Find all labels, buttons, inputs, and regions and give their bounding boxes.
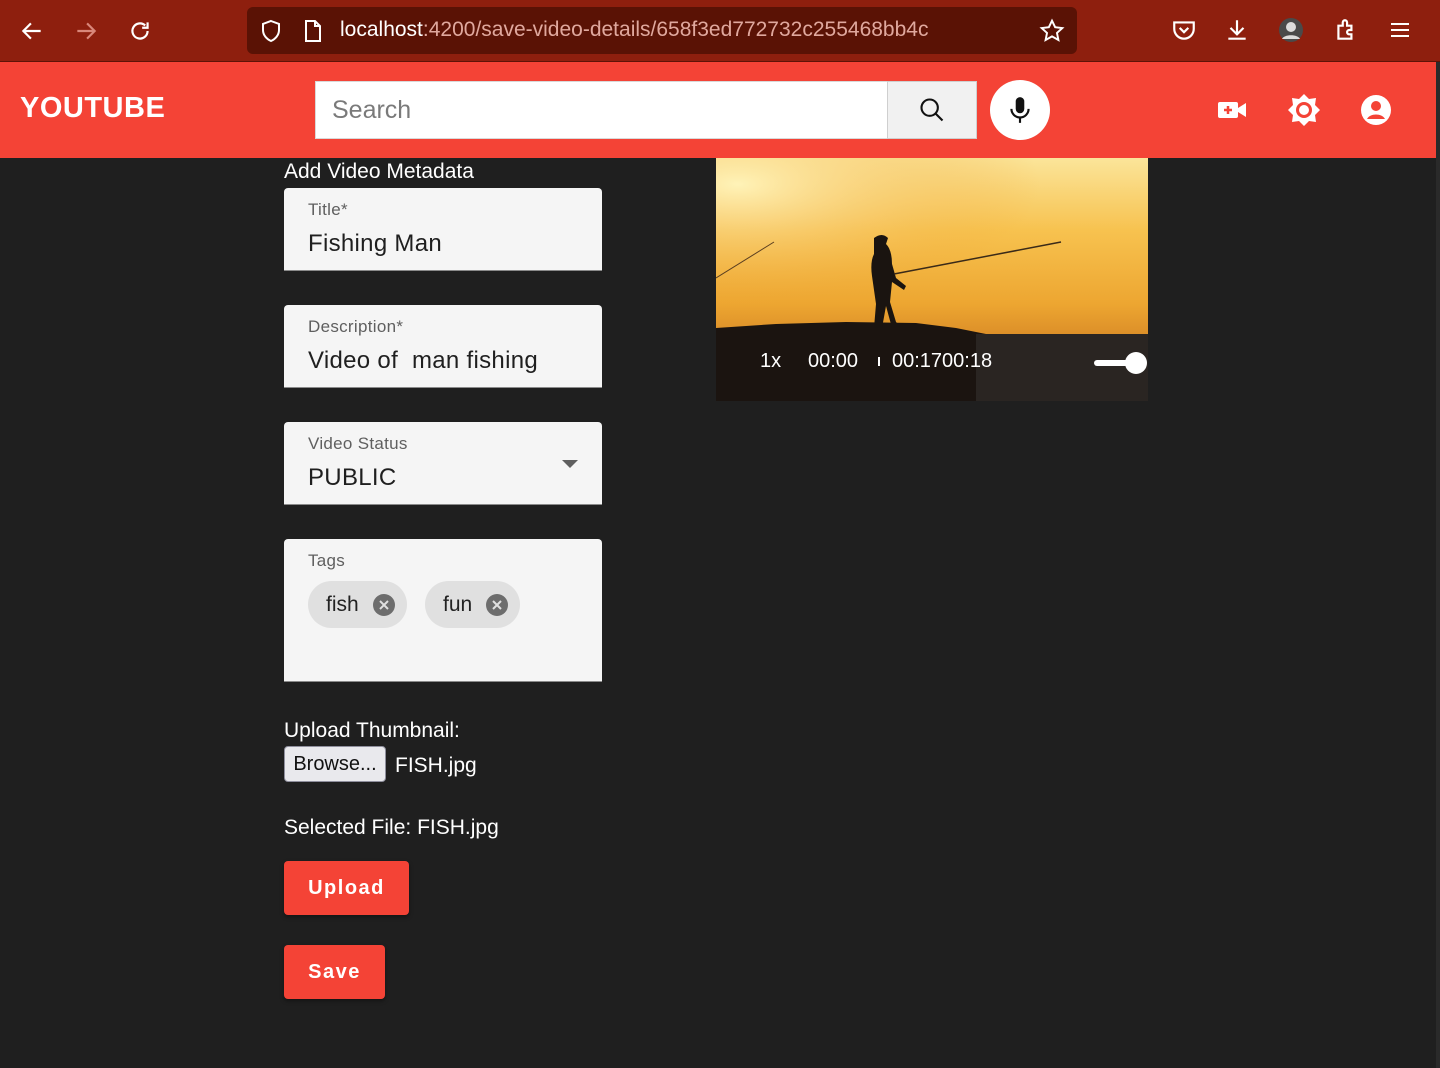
search-box	[315, 81, 888, 139]
reload-icon[interactable]	[124, 15, 156, 47]
description-label: Description*	[308, 317, 404, 336]
upload-video-button[interactable]	[1214, 92, 1250, 128]
save-button[interactable]: Save	[284, 945, 385, 999]
duration-time: 00:1700:18	[892, 350, 993, 372]
menu-hamburger-icon[interactable]	[1385, 15, 1415, 45]
title-input[interactable]: Fishing Man	[308, 230, 442, 258]
brightness-icon	[1288, 94, 1320, 126]
browser-toolbar: localhost:4200/save-video-details/658f3e…	[0, 0, 1440, 62]
bookmark-star-icon[interactable]	[1039, 18, 1065, 49]
download-icon[interactable]	[1222, 15, 1252, 45]
upload-button[interactable]: Upload	[284, 861, 409, 915]
tag-chip-label: fun	[443, 592, 473, 616]
video-call-icon	[1218, 102, 1246, 118]
chosen-file-name: FISH.jpg	[395, 754, 477, 777]
video-status-select[interactable]: Video Status PUBLIC	[284, 422, 602, 505]
address-bar[interactable]: localhost:4200/save-video-details/658f3e…	[247, 7, 1077, 54]
current-time: 00:00	[808, 350, 859, 372]
page-icon[interactable]	[302, 19, 324, 48]
title-label: Title*	[308, 200, 348, 219]
volume-slider-thumb[interactable]	[1125, 352, 1147, 374]
form-heading: Add Video Metadata	[284, 160, 474, 183]
brand-logo-text[interactable]: YOUTUBE	[20, 92, 165, 125]
dropdown-arrow-icon[interactable]	[562, 460, 578, 468]
pocket-icon[interactable]	[1169, 15, 1199, 45]
title-field[interactable]: Title* Fishing Man	[284, 188, 602, 271]
search-input[interactable]	[316, 82, 887, 138]
video-player[interactable]: 1x 00:00 00:1700:18	[716, 158, 1148, 401]
description-field[interactable]: Description* Video of man fishing	[284, 305, 602, 388]
tags-field[interactable]: Tags fish fun	[284, 539, 602, 682]
browse-file-button[interactable]: Browse...	[284, 746, 386, 782]
account-circle-icon	[1361, 95, 1391, 125]
microphone-icon	[1010, 97, 1030, 123]
app-header: YOUTUBE	[0, 62, 1436, 158]
scrollbar[interactable]	[1436, 62, 1440, 1068]
playback-speed-button[interactable]: 1x	[760, 350, 781, 373]
voice-search-button[interactable]	[990, 80, 1050, 140]
search-icon	[920, 98, 944, 122]
tag-chip[interactable]: fun	[425, 581, 521, 628]
profile-avatar-icon[interactable]	[1276, 15, 1306, 45]
progress-bar[interactable]	[878, 357, 880, 366]
tag-chip[interactable]: fish	[308, 581, 407, 628]
remove-tag-icon[interactable]	[486, 593, 509, 616]
description-input[interactable]: Video of man fishing	[308, 347, 538, 375]
video-status-value: PUBLIC	[308, 464, 397, 491]
forward-arrow-icon[interactable]	[70, 15, 102, 47]
search-button[interactable]	[887, 81, 977, 139]
url-path: :4200/save-video-details/658f3ed772732c2…	[422, 18, 929, 41]
thumbnail-label: Upload Thumbnail:	[284, 719, 460, 742]
selected-file-text: Selected File: FISH.jpg	[284, 816, 499, 839]
account-button[interactable]	[1358, 92, 1394, 128]
video-status-label: Video Status	[308, 434, 408, 453]
shield-icon[interactable]	[259, 19, 283, 48]
remove-tag-icon[interactable]	[372, 593, 395, 616]
back-arrow-icon[interactable]	[16, 15, 48, 47]
extensions-puzzle-icon[interactable]	[1331, 15, 1361, 45]
url-host: localhost	[340, 18, 423, 41]
url-text[interactable]: localhost:4200/save-video-details/658f3e…	[340, 18, 928, 42]
theme-toggle-button[interactable]	[1286, 92, 1322, 128]
tag-chip-label: fish	[326, 592, 359, 616]
tags-label: Tags	[308, 551, 346, 570]
